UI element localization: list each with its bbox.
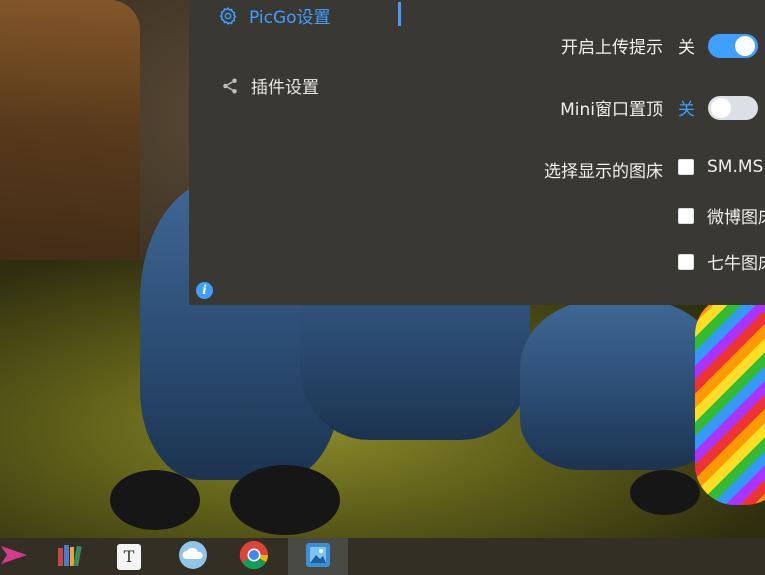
share-icon <box>219 75 241 97</box>
sidebar-item-picgo-settings[interactable]: PicGo设置 <box>217 3 331 28</box>
mini-window-top-toggle[interactable] <box>708 96 758 120</box>
books-icon <box>56 542 82 572</box>
mini-window-top-label: Mini窗口置顶 <box>560 100 663 120</box>
taskbar-picgo-app[interactable] <box>288 538 348 575</box>
picgo-settings-window: PicGo设置 插件设置 开启上传提示 关 Mini窗口置顶 关 选择显示的图床… <box>189 0 765 305</box>
checkbox[interactable] <box>678 207 694 224</box>
mini-window-top-state-text: 关 <box>678 100 695 120</box>
sidebar-item-label: 插件设置 <box>251 78 319 98</box>
send-arrow-icon <box>1 544 27 570</box>
sidebar-item-plugin-settings[interactable]: 插件设置 <box>219 73 319 98</box>
checkbox[interactable] <box>678 253 694 270</box>
taskbar-typora-app[interactable]: T <box>101 538 157 575</box>
checkbox-label: 微博图床 <box>707 208 765 228</box>
taskbar-books-app[interactable] <box>41 538 97 575</box>
taskbar-chrome-app[interactable] <box>226 538 282 575</box>
checkbox[interactable] <box>678 159 694 175</box>
upload-prompt-state-text: 关 <box>678 38 695 58</box>
image-bed-option-qiniu[interactable]: 七牛图床 <box>678 249 765 274</box>
upload-prompt-label: 开启上传提示 <box>561 38 663 58</box>
image-bed-option-smms[interactable]: SM.MS <box>678 157 763 177</box>
taskbar-send-app[interactable] <box>0 538 42 575</box>
upload-prompt-toggle[interactable] <box>708 34 758 58</box>
checkbox-label: SM.MS <box>707 157 764 177</box>
wallpaper-rainbow <box>695 295 765 505</box>
chrome-icon <box>239 540 269 574</box>
picgo-icon <box>305 542 331 572</box>
toggle-knob <box>711 98 731 118</box>
image-bed-option-weibo[interactable]: 微博图床 <box>678 203 765 228</box>
active-tab-indicator <box>398 2 401 26</box>
checkbox-label: 七牛图床 <box>707 254 765 274</box>
image-bed-select-label: 选择显示的图床 <box>544 162 663 182</box>
toggle-knob <box>735 36 755 56</box>
gear-icon <box>217 5 239 27</box>
info-icon[interactable]: i <box>196 282 213 299</box>
typora-icon: T <box>117 543 141 570</box>
sidebar-item-label: PicGo设置 <box>249 8 331 28</box>
taskbar-cloud-app[interactable] <box>165 538 221 575</box>
cloud-icon <box>178 540 208 574</box>
